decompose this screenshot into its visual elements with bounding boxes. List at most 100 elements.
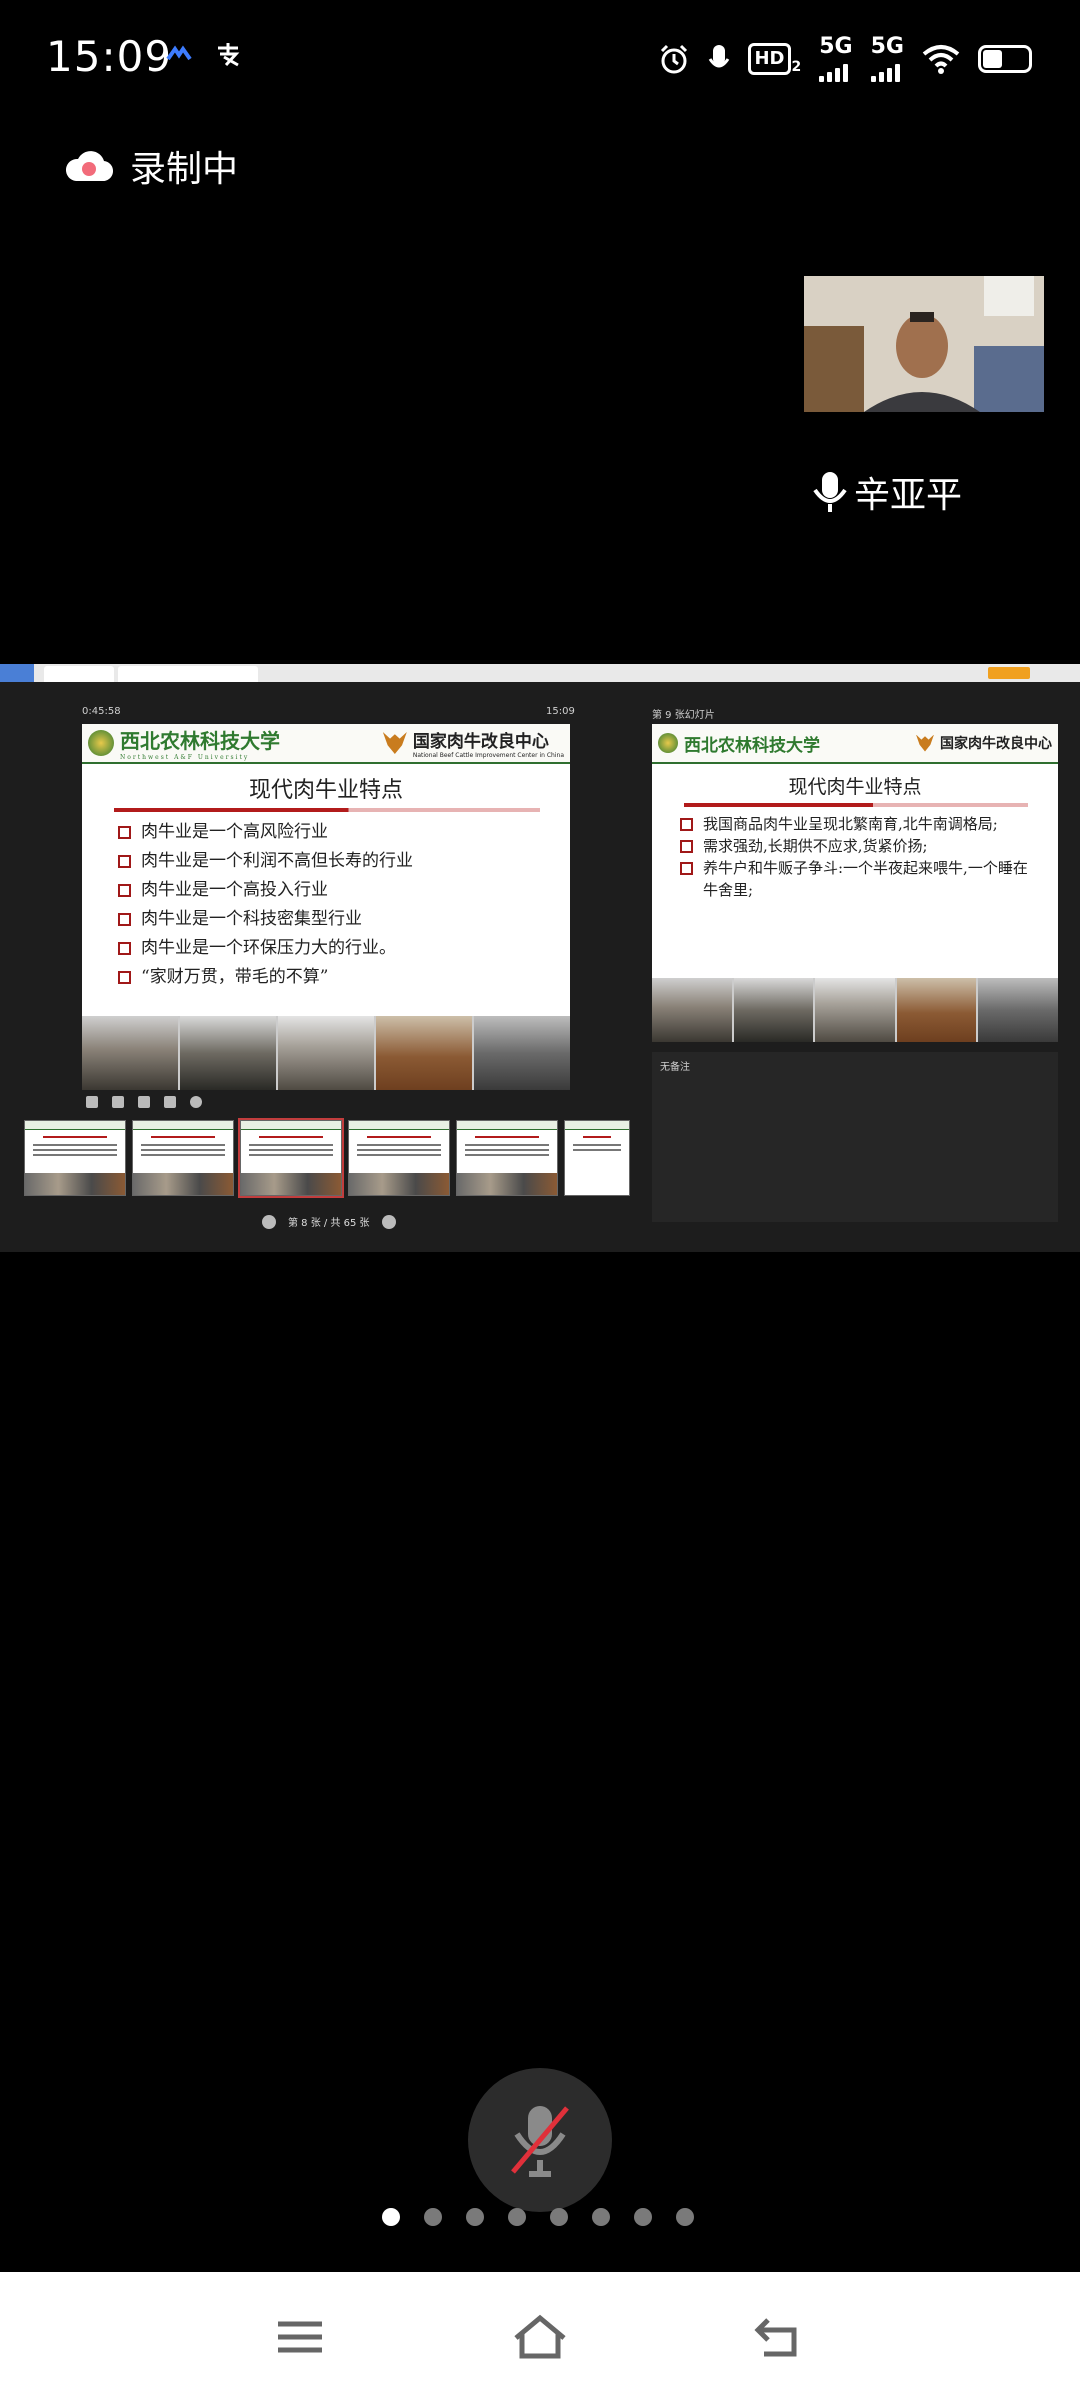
signal-sim2: 5G <box>870 34 904 82</box>
bullet-text: 肉牛业是一个环保压力大的行业。 <box>141 938 396 958</box>
recording-label: 录制中 <box>130 149 239 190</box>
bullet-text: 我国商品肉牛业呈现北繁南育,北牛南调格局; <box>703 815 998 833</box>
camera-tool-icon[interactable] <box>138 1096 150 1108</box>
next-slide-icon[interactable] <box>381 1214 396 1229</box>
page-dot[interactable] <box>676 2208 694 2226</box>
bullet-text: 肉牛业是一个高投入行业 <box>141 880 328 900</box>
bullet-box-icon <box>118 855 131 868</box>
participant-name: 辛亚平 <box>854 475 963 516</box>
bullet-text: 肉牛业是一个利润不高但长寿的行业 <box>141 851 413 871</box>
presenter-tools <box>86 1096 202 1108</box>
status-indicators: HD 2 5G 5G <box>658 36 1032 82</box>
bullet-item: “家财万贯，带毛的不算” <box>118 963 570 992</box>
shared-screen-taskbar <box>0 664 1080 682</box>
bull-logo-icon <box>382 732 407 754</box>
university-seal-icon <box>658 733 678 753</box>
status-bar: 15:09 HD 2 5G 5G <box>0 0 1080 120</box>
speaker-notes-panel: 无备注 <box>652 1052 1058 1222</box>
microphone-muted-icon <box>511 2106 569 2177</box>
bullet-box-icon <box>118 942 131 955</box>
status-time: 15:09 <box>46 32 173 81</box>
slide-thumbnail[interactable] <box>348 1120 450 1196</box>
slide-divider <box>684 803 1028 807</box>
subtitle-tool-icon[interactable] <box>164 1096 176 1108</box>
bullet-text: 养牛户和牛贩子争斗:一个半夜起来喂牛,一个睡在牛舍里; <box>703 859 1028 899</box>
signal-bars-icon <box>819 58 849 82</box>
participant-video-tile[interactable] <box>804 276 1044 412</box>
page-dot[interactable] <box>508 2208 526 2226</box>
slide-title: 现代肉牛业特点 <box>248 778 403 803</box>
slide-thumbnail-active[interactable] <box>238 1118 344 1198</box>
page-dot[interactable] <box>634 2208 652 2226</box>
slide-photo-strip <box>82 1016 570 1090</box>
slide-thumbnail[interactable] <box>132 1120 234 1196</box>
center-name: 国家肉牛改良中心 <box>412 732 549 752</box>
battery-icon <box>978 45 1032 73</box>
home-icon[interactable] <box>510 2312 570 2362</box>
pen-tool-icon[interactable] <box>86 1096 98 1108</box>
bullet-box-icon <box>680 818 693 831</box>
bullet-box-icon <box>680 840 693 853</box>
current-slide: 西北农林科技大学 Northwest A&F University 国家肉牛改良… <box>82 724 570 1090</box>
page-dot[interactable] <box>424 2208 442 2226</box>
bullet-box-icon <box>680 862 693 875</box>
alipay-icon <box>218 43 240 67</box>
center-logo: 国家肉牛改良中心 <box>916 733 1052 753</box>
cattle-barn-photo <box>82 1016 178 1090</box>
cattle-barn-photo <box>733 978 814 1042</box>
back-icon[interactable] <box>750 2312 810 2362</box>
page-dot[interactable] <box>592 2208 610 2226</box>
cattle-photo <box>376 1016 472 1090</box>
microphone-icon <box>813 472 847 512</box>
bullet-box-icon <box>118 913 131 926</box>
bullet-item: 我国商品肉牛业呈现北繁南育,北牛南调格局; <box>680 813 1038 835</box>
cattle-barn-photo <box>978 978 1058 1042</box>
shared-screen[interactable]: 0:45:58 15:09 第 9 张幻灯片 西北农林科技大学 Northwes… <box>0 664 1080 1252</box>
next-slide-preview: 西北农林科技大学 国家肉牛改良中心 现代肉牛业特点 我国商品肉牛业呈现北繁南育,… <box>652 724 1058 1042</box>
bullet-item: 肉牛业是一个高投入行业 <box>118 876 570 905</box>
alarm-icon <box>661 44 688 74</box>
recording-indicator: 录制中 <box>64 140 238 192</box>
signal-sim1: 5G <box>819 34 853 82</box>
university-logo: 西北农林科技大学 Northwest A&F University <box>88 725 280 761</box>
cattle-barn-photo <box>474 1016 570 1090</box>
participant-video-feed <box>804 276 1044 412</box>
mute-toggle-button[interactable] <box>468 2068 612 2212</box>
menu-icon[interactable] <box>270 2312 330 2362</box>
slide-bullets: 肉牛业是一个高风险行业 肉牛业是一个利润不高但长寿的行业 肉牛业是一个高投入行业… <box>82 818 570 992</box>
bullet-item: 肉牛业是一个科技密集型行业 <box>118 905 570 934</box>
cattle-barn-photo <box>815 978 895 1042</box>
notification-icons <box>166 40 242 68</box>
system-navigation-bar <box>0 2272 1080 2400</box>
cattle-photo <box>896 978 977 1042</box>
bullet-text: 需求强劲,长期供不应求,货紧价扬; <box>703 837 928 855</box>
network-type-2: 5G <box>870 34 904 59</box>
next-slide-label: 第 9 张幻灯片 <box>652 710 715 721</box>
slide-photo-strip <box>652 978 1058 1042</box>
slide-counter: 第 8 张 / 共 65 张 <box>288 1218 370 1229</box>
laser-tool-icon[interactable] <box>112 1096 124 1108</box>
network-type-1: 5G <box>819 34 853 59</box>
cattle-barn-photo <box>180 1016 276 1090</box>
bull-logo-icon <box>916 734 934 752</box>
page-dot[interactable] <box>466 2208 484 2226</box>
slide-thumbnail[interactable] <box>564 1120 630 1196</box>
bullet-item: 肉牛业是一个环保压力大的行业。 <box>118 934 570 963</box>
bullet-box-icon <box>118 884 131 897</box>
university-logo: 西北农林科技大学 <box>658 731 820 756</box>
more-options-icon[interactable] <box>190 1096 202 1108</box>
previous-slide-icon[interactable] <box>262 1214 276 1229</box>
university-name-en: Northwest A&F University <box>120 754 250 761</box>
slide-thumbnail[interactable] <box>24 1120 126 1196</box>
signal-bars-icon <box>870 58 900 82</box>
slide-pager: 第 8 张 / 共 65 张 <box>262 1214 396 1229</box>
next-slide-bullets: 我国商品肉牛业呈现北繁南育,北牛南调格局; 需求强劲,长期供不应求,货紧价扬; … <box>652 813 1058 901</box>
page-dot[interactable] <box>550 2208 568 2226</box>
cloud-record-icon <box>65 151 114 182</box>
university-name: 西北农林科技大学 <box>684 735 820 756</box>
bullet-item: 需求强劲,长期供不应求,货紧价扬; <box>680 835 1038 857</box>
page-dot-active[interactable] <box>382 2208 400 2226</box>
bullet-item: 肉牛业是一个利润不高但长寿的行业 <box>118 847 570 876</box>
slide-thumbnail[interactable] <box>456 1120 558 1196</box>
center-name: 国家肉牛改良中心 <box>940 736 1052 752</box>
